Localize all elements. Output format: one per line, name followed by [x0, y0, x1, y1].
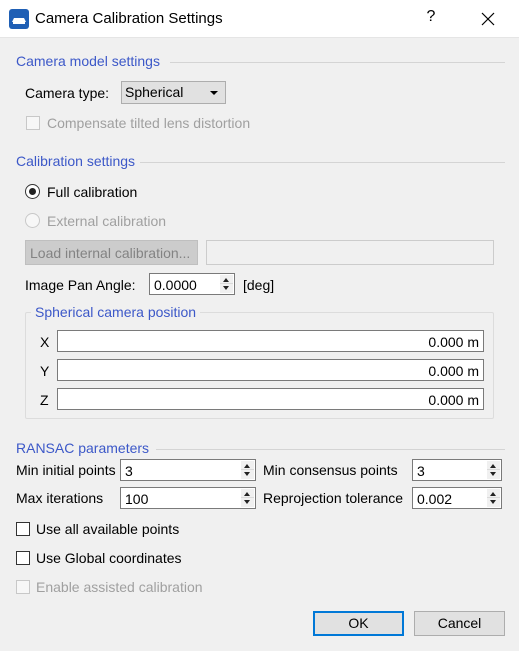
- compensate-label: Compensate tilted lens distortion: [47, 115, 251, 131]
- y-value: 0.000 m: [428, 363, 479, 379]
- chevron-down-icon: [210, 91, 218, 95]
- reprojection-tolerance-value: 0.002: [417, 491, 453, 507]
- max-iterations-value: 100: [125, 491, 149, 507]
- camera-type-label: Camera type:: [25, 85, 110, 101]
- separator: [156, 449, 505, 450]
- use-all-points-checkbox[interactable]: [16, 522, 30, 536]
- y-field[interactable]: 0.000 m: [57, 359, 484, 381]
- full-calibration-radio[interactable]: [25, 184, 40, 199]
- load-internal-calibration-button[interactable]: Load internal calibration...: [25, 240, 198, 265]
- separator: [140, 162, 505, 163]
- image-pan-angle-value: 0.0000: [154, 277, 197, 293]
- y-label: Y: [40, 363, 50, 379]
- spin-arrows-icon[interactable]: [487, 489, 500, 507]
- use-all-points-label: Use all available points: [36, 521, 180, 537]
- compensate-checkbox[interactable]: [26, 116, 40, 130]
- title-bar: Camera Calibration Settings ?: [0, 0, 519, 38]
- x-field[interactable]: 0.000 m: [57, 330, 484, 352]
- enable-assisted-calibration-label: Enable assisted calibration: [36, 579, 203, 595]
- full-calibration-label: Full calibration: [47, 184, 138, 200]
- camera-app-icon: [9, 9, 29, 29]
- external-calibration-label: External calibration: [47, 213, 167, 229]
- reprojection-tolerance-spinbox[interactable]: 0.002: [412, 487, 502, 509]
- help-button[interactable]: ?: [420, 8, 442, 30]
- x-label: X: [40, 334, 50, 350]
- camera-type-combo[interactable]: Spherical: [121, 81, 226, 104]
- spin-arrows-icon[interactable]: [220, 275, 233, 293]
- ok-button-label: OK: [348, 615, 369, 631]
- separator: [170, 62, 505, 63]
- internal-calibration-path-field[interactable]: [206, 240, 494, 265]
- close-icon[interactable]: [475, 8, 501, 30]
- z-value: 0.000 m: [428, 392, 479, 408]
- cancel-button[interactable]: Cancel: [414, 611, 505, 636]
- external-calibration-radio[interactable]: [25, 213, 40, 228]
- min-consensus-points-spinbox[interactable]: 3: [412, 459, 502, 481]
- use-global-coordinates-label: Use Global coordinates: [36, 550, 182, 566]
- reprojection-tolerance-label: Reprojection tolerance: [263, 490, 404, 506]
- camera-type-value: Spherical: [125, 84, 184, 100]
- use-global-coordinates-checkbox[interactable]: [16, 551, 30, 565]
- min-initial-points-label: Min initial points: [16, 462, 116, 478]
- load-internal-calibration-label: Load internal calibration...: [30, 245, 191, 261]
- image-pan-angle-spinbox[interactable]: 0.0000: [149, 273, 235, 295]
- ok-button[interactable]: OK: [313, 611, 404, 636]
- min-initial-points-value: 3: [125, 463, 133, 479]
- spin-arrows-icon[interactable]: [241, 461, 254, 479]
- enable-assisted-calibration-checkbox[interactable]: [16, 580, 30, 594]
- min-consensus-points-value: 3: [417, 463, 425, 479]
- z-field[interactable]: 0.000 m: [57, 388, 484, 410]
- min-initial-points-spinbox[interactable]: 3: [120, 459, 256, 481]
- image-pan-angle-label: Image Pan Angle:: [25, 277, 136, 293]
- camera-model-section-title: Camera model settings: [16, 53, 160, 69]
- max-iterations-spinbox[interactable]: 100: [120, 487, 256, 509]
- spherical-camera-position-title: Spherical camera position: [31, 304, 201, 320]
- calibration-section-title: Calibration settings: [16, 153, 136, 169]
- spin-arrows-icon[interactable]: [487, 461, 500, 479]
- spin-arrows-icon[interactable]: [241, 489, 254, 507]
- min-consensus-points-label: Min consensus points: [263, 462, 398, 478]
- ransac-section-title: RANSAC parameters: [16, 440, 150, 456]
- x-value: 0.000 m: [428, 334, 479, 350]
- image-pan-angle-unit: [deg]: [243, 277, 275, 293]
- window-title: Camera Calibration Settings: [35, 10, 223, 27]
- z-label: Z: [40, 392, 49, 408]
- cancel-button-label: Cancel: [437, 615, 482, 631]
- max-iterations-label: Max iterations: [16, 490, 104, 506]
